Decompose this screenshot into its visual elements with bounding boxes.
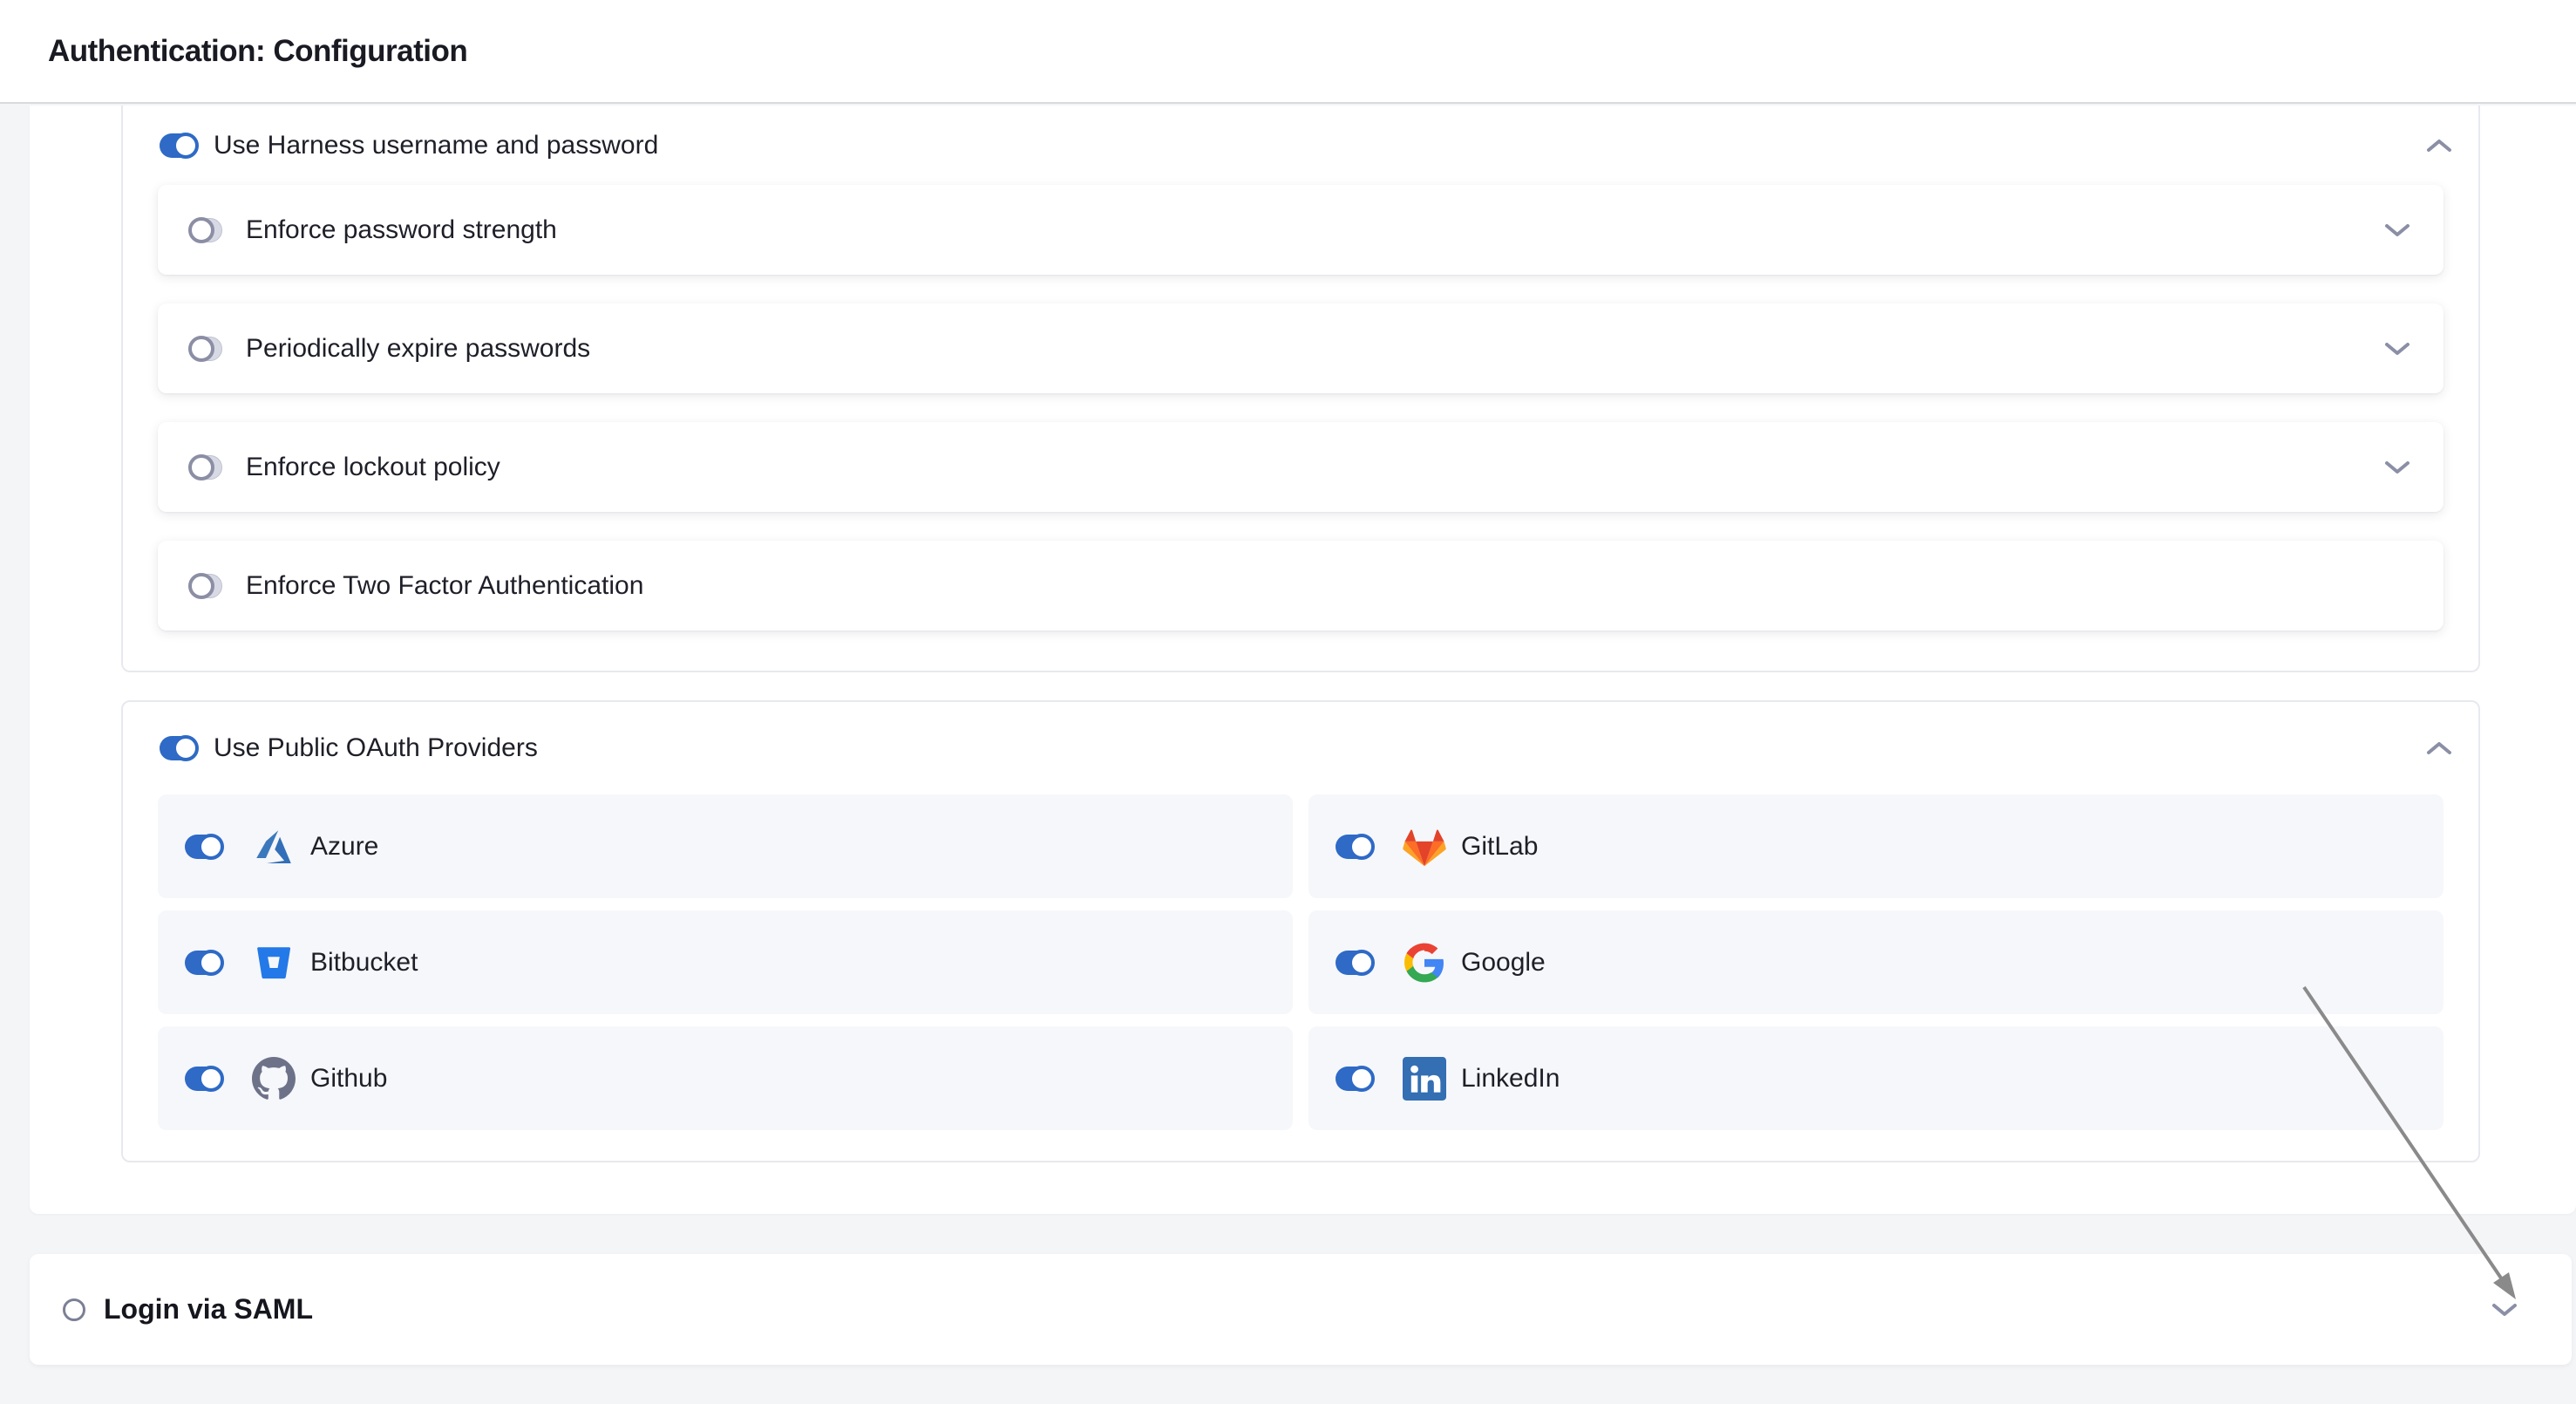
- provider-row-azure: Azure: [158, 794, 1293, 898]
- chevron-down-icon[interactable]: [2384, 341, 2410, 357]
- setting-label: Enforce Two Factor Authentication: [246, 571, 643, 601]
- azure-toggle[interactable]: [185, 835, 223, 859]
- chevron-down-icon[interactable]: [2384, 460, 2410, 475]
- provider-name: Azure: [310, 832, 378, 862]
- chevron-down-icon[interactable]: [2491, 1302, 2518, 1318]
- oauth-toggle[interactable]: [160, 736, 198, 760]
- setting-label: Periodically expire passwords: [246, 334, 590, 364]
- provider-name: Github: [310, 1064, 387, 1094]
- bitbucket-icon: [252, 941, 296, 985]
- linkedin-icon: [1403, 1057, 1446, 1101]
- expire-passwords-toggle[interactable]: [189, 337, 222, 361]
- setting-row-lockout-policy[interactable]: Enforce lockout policy: [158, 422, 2443, 512]
- provider-row-google: Google: [1308, 910, 2443, 1014]
- setting-label: Enforce lockout policy: [246, 453, 500, 482]
- gitlab-icon: [1403, 825, 1446, 869]
- google-toggle[interactable]: [1336, 951, 1374, 975]
- provider-row-github: Github: [158, 1026, 1293, 1130]
- saml-label: Login via SAML: [104, 1293, 313, 1326]
- linkedin-toggle[interactable]: [1336, 1067, 1374, 1091]
- setting-row-two-factor[interactable]: Enforce Two Factor Authentication: [158, 541, 2443, 630]
- username-password-label: Use Harness username and password: [214, 131, 658, 160]
- gitlab-toggle[interactable]: [1336, 835, 1374, 859]
- page-header: Authentication: Configuration: [0, 0, 2576, 104]
- oauth-label: Use Public OAuth Providers: [214, 733, 538, 763]
- provider-name: Bitbucket: [310, 948, 418, 978]
- setting-label: Enforce password strength: [246, 215, 557, 245]
- provider-grid: Azure GitLab: [158, 794, 2443, 1130]
- lockout-policy-toggle[interactable]: [189, 455, 222, 480]
- oauth-providers-card: Use Public OAuth Providers Azure: [121, 700, 2480, 1162]
- saml-radio[interactable]: [63, 1298, 85, 1321]
- page-title: Authentication: Configuration: [48, 34, 467, 69]
- chevron-down-icon[interactable]: [2384, 222, 2410, 238]
- provider-name: LinkedIn: [1461, 1064, 1560, 1094]
- auth-settings-panel: Use Harness username and password Enforc…: [30, 106, 2576, 1214]
- provider-name: GitLab: [1461, 832, 1538, 862]
- provider-row-linkedin: LinkedIn: [1308, 1026, 2443, 1130]
- provider-row-gitlab: GitLab: [1308, 794, 2443, 898]
- azure-icon: [252, 825, 296, 869]
- chevron-up-icon[interactable]: [2426, 138, 2452, 153]
- password-strength-toggle[interactable]: [189, 218, 222, 242]
- provider-row-bitbucket: Bitbucket: [158, 910, 1293, 1014]
- oauth-header: Use Public OAuth Providers: [123, 702, 2478, 794]
- two-factor-toggle[interactable]: [189, 574, 222, 598]
- provider-name: Google: [1461, 948, 1546, 978]
- username-password-card: Use Harness username and password Enforc…: [121, 106, 2480, 672]
- username-password-header: Use Harness username and password: [123, 106, 2478, 185]
- github-icon: [252, 1057, 296, 1101]
- bitbucket-toggle[interactable]: [185, 951, 223, 975]
- setting-row-expire-passwords[interactable]: Periodically expire passwords: [158, 303, 2443, 393]
- google-icon: [1403, 941, 1446, 985]
- github-toggle[interactable]: [185, 1067, 223, 1091]
- saml-login-card[interactable]: Login via SAML: [30, 1254, 2572, 1365]
- setting-row-password-strength[interactable]: Enforce password strength: [158, 185, 2443, 275]
- username-password-toggle[interactable]: [160, 133, 198, 158]
- chevron-up-icon[interactable]: [2426, 740, 2452, 756]
